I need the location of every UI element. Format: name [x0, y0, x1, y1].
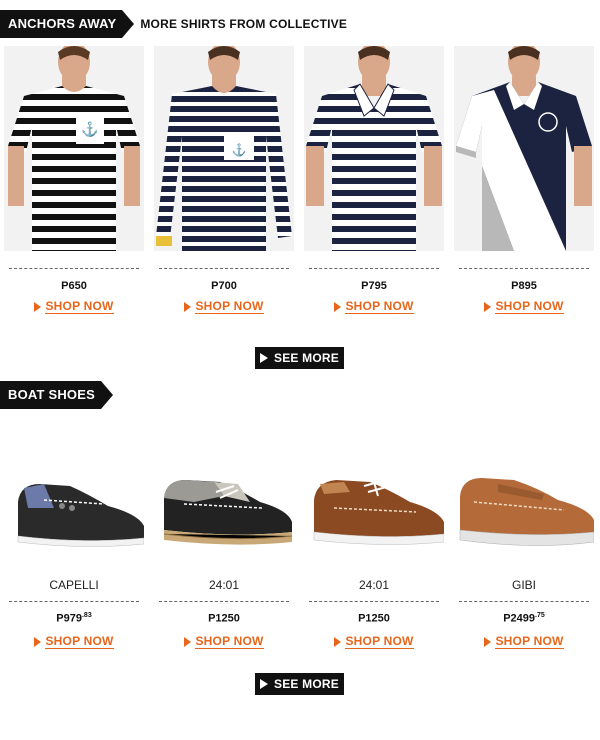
- shop-now-link[interactable]: SHOP NOW: [4, 634, 144, 649]
- product-card[interactable]: P895 SHOP NOW: [454, 46, 594, 314]
- shop-now-link[interactable]: SHOP NOW: [154, 634, 294, 649]
- product-image[interactable]: [4, 460, 144, 555]
- product-price: P650: [61, 280, 87, 292]
- arrow-right-icon: [484, 636, 492, 647]
- product-price: P1250: [358, 612, 390, 625]
- product-card[interactable]: 24:01 P1250 SHOP NOW: [154, 460, 294, 649]
- product-image[interactable]: [304, 460, 444, 555]
- product-brand: 24:01: [358, 578, 390, 592]
- product-card[interactable]: ⚓ P700 SHOP NOW: [154, 46, 294, 314]
- product-price: P2499.75: [503, 612, 545, 625]
- product-card[interactable]: CAPELLI P979.83 SHOP NOW: [4, 460, 144, 649]
- shop-now-link[interactable]: SHOP NOW: [154, 299, 294, 314]
- section-tag-anchors-away: ANCHORS AWAY: [0, 10, 135, 38]
- arrow-right-icon: [334, 636, 342, 647]
- product-price: P700: [211, 280, 237, 292]
- product-image[interactable]: [454, 460, 594, 555]
- arrow-right-icon: [484, 301, 492, 312]
- product-price: P979.83: [56, 612, 92, 625]
- product-price: P795: [361, 280, 387, 292]
- section-tag-boat-shoes: BOAT SHOES: [0, 381, 113, 409]
- product-brand: CAPELLI: [49, 578, 99, 592]
- shop-now-link[interactable]: SHOP NOW: [304, 299, 444, 314]
- product-brand: 24:01: [208, 578, 240, 592]
- section-subtitle: MORE SHIRTS FROM COLLECTIVE: [140, 17, 348, 31]
- play-icon: [260, 353, 269, 363]
- product-price: P1250: [208, 612, 240, 625]
- see-more-shirts-button[interactable]: SEE MORE: [255, 347, 344, 369]
- product-card[interactable]: P795 SHOP NOW: [304, 46, 444, 314]
- divider: [9, 601, 139, 602]
- shirts-section-header: ANCHORS AWAY MORE SHIRTS FROM COLLECTIVE: [0, 10, 347, 38]
- divider: [459, 268, 589, 269]
- product-image[interactable]: ⚓: [4, 46, 144, 251]
- shoes-section-header: BOAT SHOES: [0, 381, 113, 409]
- arrow-right-icon: [184, 636, 192, 647]
- svg-text:⚓: ⚓: [232, 143, 247, 157]
- product-card[interactable]: GIBI P2499.75 SHOP NOW: [454, 460, 594, 649]
- divider: [309, 268, 439, 269]
- product-image[interactable]: ⚓: [154, 46, 294, 251]
- product-image[interactable]: [154, 460, 294, 555]
- product-card[interactable]: ⚓ P650 SHOP NOW: [4, 46, 144, 314]
- svg-text:⚓: ⚓: [81, 121, 98, 138]
- product-card[interactable]: 24:01 P1250 SHOP NOW: [304, 460, 444, 649]
- arrow-right-icon: [34, 636, 42, 647]
- arrow-right-icon: [184, 301, 192, 312]
- shop-now-link[interactable]: SHOP NOW: [304, 634, 444, 649]
- product-brand: GIBI: [511, 578, 536, 592]
- divider: [159, 268, 289, 269]
- play-icon: [260, 679, 269, 689]
- product-image[interactable]: [304, 46, 444, 251]
- shop-now-link[interactable]: SHOP NOW: [454, 299, 594, 314]
- divider: [9, 268, 139, 269]
- shop-now-link[interactable]: SHOP NOW: [4, 299, 144, 314]
- shop-now-link[interactable]: SHOP NOW: [454, 634, 594, 649]
- see-more-shoes-button[interactable]: SEE MORE: [255, 673, 344, 695]
- arrow-right-icon: [34, 301, 42, 312]
- product-image[interactable]: [454, 46, 594, 251]
- divider: [459, 601, 589, 602]
- product-price: P895: [511, 280, 537, 292]
- arrow-right-icon: [334, 301, 342, 312]
- divider: [159, 601, 289, 602]
- divider: [309, 601, 439, 602]
